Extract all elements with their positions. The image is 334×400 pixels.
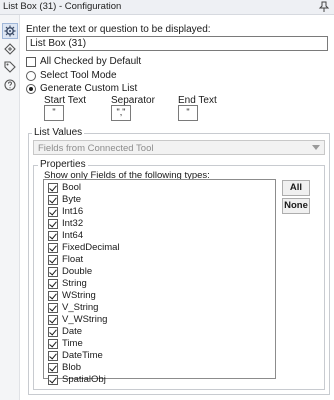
type-label: SpatialObj [62,374,106,385]
all-checked-default-label: All Checked by Default [40,56,142,67]
type-label: Int32 [62,218,84,229]
configuration-tab-button[interactable] [2,23,18,39]
type-checkbox[interactable] [48,339,58,349]
type-label: String [62,278,87,289]
type-checkbox[interactable] [48,291,58,301]
type-checkbox[interactable] [48,267,58,277]
type-checkbox[interactable] [48,351,58,361]
generate-custom-list-radio[interactable] [26,84,36,94]
type-checkbox[interactable] [48,303,58,313]
select-tool-mode-label: Select Tool Mode [40,70,117,81]
type-label: Byte [62,194,82,205]
help-tab-button[interactable] [3,78,17,92]
type-label: Float [62,254,84,265]
prompt-text-input[interactable]: List Box (31) [26,36,328,51]
type-checkbox[interactable] [48,363,58,373]
connection-tab-button[interactable] [3,42,17,56]
title-bar: List Box (31) - Configuration [0,0,334,15]
list-source-value: Fields from Connected Tool [38,143,154,154]
type-checkbox[interactable] [48,327,58,337]
type-label: FixedDecimal [62,242,120,253]
type-checkbox[interactable] [48,195,58,205]
type-checkbox[interactable] [48,255,58,265]
type-checkbox[interactable] [48,375,58,385]
list-values-title: List Values [32,127,85,138]
type-label: Time [62,338,83,349]
type-label: DateTime [62,350,103,361]
type-checkbox[interactable] [48,231,58,241]
select-tool-mode-radio[interactable] [26,71,36,81]
prompt-label: Enter the text or question to be display… [26,24,211,35]
type-checkbox[interactable] [48,219,58,229]
type-label: Bool [62,182,82,193]
generate-custom-list-label: Generate Custom List [40,83,138,94]
type-checkbox[interactable] [48,243,58,253]
type-checkbox[interactable] [48,207,58,217]
type-label: Blob [62,362,82,373]
separator-input[interactable]: "," [111,105,131,121]
type-checkbox[interactable] [48,279,58,289]
type-checkbox[interactable] [48,315,58,325]
type-label: WString [62,290,96,301]
type-label: Date [62,326,83,337]
left-toolstrip [0,15,20,400]
end-text-input[interactable]: " [178,105,198,121]
type-label: Int64 [62,230,84,241]
type-checkbox[interactable] [48,183,58,193]
annotation-tab-button[interactable] [3,60,17,74]
type-label: Double [62,266,93,277]
start-text-input[interactable]: " [44,105,64,121]
window-title: List Box (31) - Configuration [3,1,122,12]
pin-icon[interactable] [318,1,330,13]
type-label: V_WString [62,314,108,325]
field-type-list: Bool Byte Int16 Int32 Int64 FixedDecimal… [43,179,276,385]
type-label: Int16 [62,206,84,217]
select-all-types-button[interactable]: All [282,180,310,196]
properties-title: Properties [38,159,88,170]
select-none-types-button[interactable]: None [282,198,310,214]
all-checked-default-checkbox[interactable] [26,57,36,67]
chevron-down-icon [312,145,320,150]
type-label: V_String [62,302,99,313]
list-source-select[interactable]: Fields from Connected Tool [33,140,325,155]
